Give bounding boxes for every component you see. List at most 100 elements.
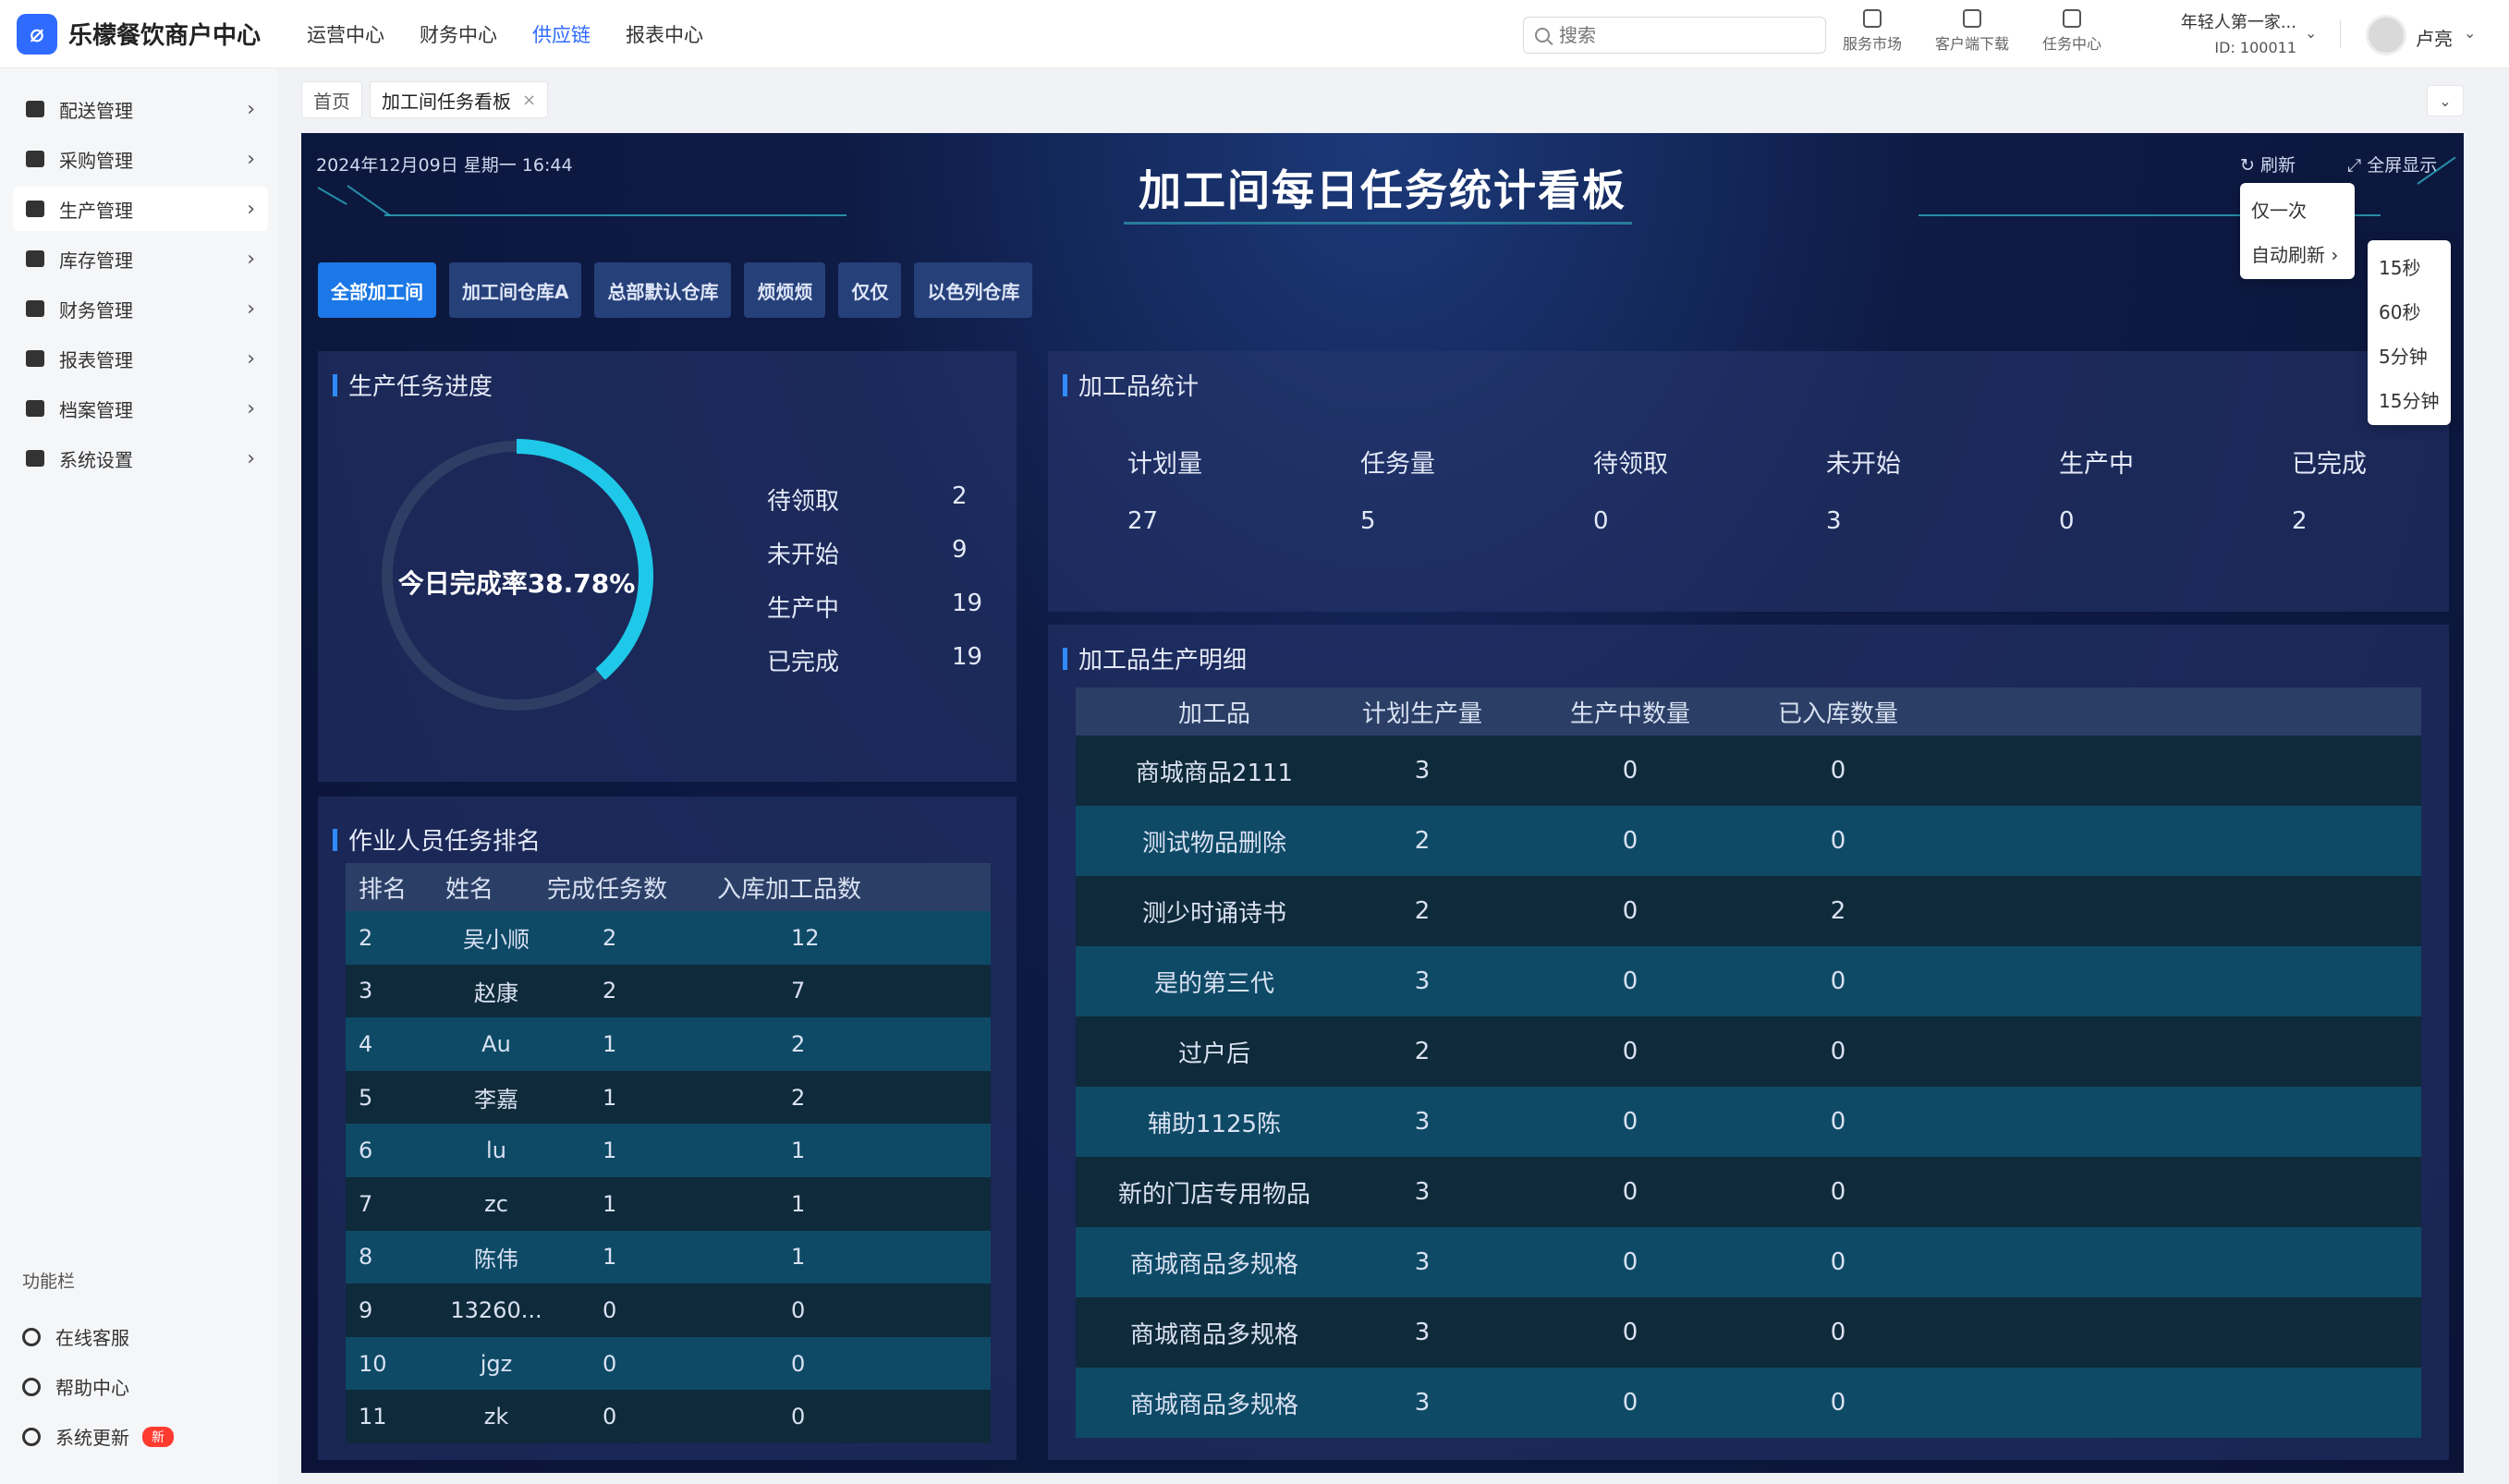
user-chevron-down-icon[interactable]: ⌄ xyxy=(2464,24,2476,42)
refresh-button[interactable]: ↻ 刷新 xyxy=(2240,152,2296,176)
sidebar-item-label: 财务管理 xyxy=(59,298,133,322)
refresh-once-option[interactable]: 仅一次 xyxy=(2251,196,2307,223)
sidebar-item-label: 生产管理 xyxy=(59,199,133,222)
table-cell: 2 xyxy=(791,1084,806,1111)
workshop-button[interactable]: 以色列仓库 xyxy=(914,262,1033,318)
sidebar-item-delivery[interactable]: 配送管理 › xyxy=(13,87,268,131)
table-cell: 0 xyxy=(1622,757,1638,785)
task-center-button[interactable]: 任务中心 xyxy=(2042,9,2101,54)
table-cell: 赵康 xyxy=(474,979,518,1006)
sidebar-item-purchase[interactable]: 采购管理 › xyxy=(13,137,268,181)
interval-option[interactable]: 60秒 xyxy=(2379,298,2420,324)
table-row: 新的门店专用物品 3 0 0 xyxy=(1076,1157,2421,1227)
sidebar-item-production[interactable]: 生产管理 › xyxy=(13,187,268,231)
online-support-link[interactable]: 在线客服 xyxy=(22,1323,129,1350)
tenant-switcher[interactable]: 年轻人第一家... ID: 100011 xyxy=(2158,9,2296,56)
sidebar-item-finance[interactable]: 财务管理 › xyxy=(13,286,268,331)
table-cell: 商城商品多规格 xyxy=(1129,1250,1298,1279)
table-cell: 0 xyxy=(1830,1389,1846,1417)
workshop-button[interactable]: 加工间仓库A xyxy=(449,262,582,318)
table-row: 5 李嘉 1 2 xyxy=(346,1070,991,1125)
truck-icon xyxy=(26,101,44,117)
topnav-reports[interactable]: 报表中心 xyxy=(626,20,703,48)
table-cell: 3 xyxy=(1414,1108,1431,1136)
header-cell: 排名 xyxy=(359,875,408,904)
workshop-button[interactable]: 仅仅 xyxy=(838,262,902,318)
table-cell: 3 xyxy=(1414,1389,1431,1417)
table-row: 测少时诵诗书 2 0 2 xyxy=(1076,876,2421,946)
table-cell: 商城商品多规格 xyxy=(1129,1320,1298,1349)
table-cell: 测少时诵诗书 xyxy=(1141,899,1286,928)
download-icon xyxy=(1963,9,1981,28)
chevron-right-icon: › xyxy=(247,347,255,371)
chevron-down-icon[interactable]: ⌄ xyxy=(2305,24,2317,42)
goods-stat-label: 已完成 xyxy=(2292,450,2367,479)
table-row: 是的第三代 3 0 0 xyxy=(1076,946,2421,1016)
interval-option[interactable]: 15秒 xyxy=(2379,253,2420,280)
tabs-more-button[interactable]: ⌄ xyxy=(2427,85,2464,116)
deco-line xyxy=(1124,222,1632,225)
auto-refresh-option[interactable]: 自动刷新 › xyxy=(2251,240,2338,267)
table-row: 10 jgz 0 0 xyxy=(346,1336,991,1391)
table-cell: 9 xyxy=(359,1296,373,1323)
clipboard-icon xyxy=(2063,9,2081,28)
table-cell: 0 xyxy=(1830,1319,1846,1346)
workshop-button[interactable]: 总部默认仓库 xyxy=(594,262,732,318)
archive-icon xyxy=(26,400,44,417)
avatar[interactable] xyxy=(2366,15,2406,55)
client-download-button[interactable]: 客户端下载 xyxy=(1935,9,2009,54)
sidebar-item-label: 采购管理 xyxy=(59,149,133,172)
topnav-finance[interactable]: 财务中心 xyxy=(420,20,497,48)
user-name[interactable]: 卢亮 xyxy=(2416,24,2453,51)
table-cell: 10 xyxy=(359,1350,387,1377)
table-cell: 陈伟 xyxy=(474,1246,518,1272)
client-download-label: 客户端下载 xyxy=(1935,35,2010,53)
sidebar-item-inventory[interactable]: 库存管理 › xyxy=(13,237,268,281)
topnav-supply-chain[interactable]: 供应链 xyxy=(532,20,591,48)
sidebar-item-label: 库存管理 xyxy=(59,249,133,272)
table-cell: 1 xyxy=(603,1137,617,1164)
fullscreen-button[interactable]: ⤢ 全屏显示 xyxy=(2347,152,2437,176)
tab-label: 首页 xyxy=(313,90,350,113)
stat-label: 生产中 xyxy=(767,595,840,623)
search-input[interactable] xyxy=(1559,24,1799,46)
help-center-link[interactable]: 帮助中心 xyxy=(22,1373,129,1400)
sidebar-item-reports[interactable]: 报表管理 › xyxy=(13,336,268,381)
table-cell: 3 xyxy=(359,978,373,1004)
table-cell: 0 xyxy=(1830,1108,1846,1136)
table-cell: 5 xyxy=(359,1084,373,1111)
sidebar-item-label: 系统设置 xyxy=(59,448,133,471)
table-row: 3 赵康 2 7 xyxy=(346,964,991,1018)
logo-icon: ⌀ xyxy=(17,13,57,55)
workshop-button[interactable]: 烦烦烦 xyxy=(744,262,826,318)
system-update-link[interactable]: 系统更新 新 xyxy=(22,1423,174,1450)
sidebar-item-settings[interactable]: 系统设置 › xyxy=(13,436,268,480)
search-box[interactable] xyxy=(1523,17,1826,54)
stat-label: 已完成 xyxy=(767,649,840,676)
fullscreen-label: 全屏显示 xyxy=(2367,155,2438,176)
topnav-operations[interactable]: 运营中心 xyxy=(307,20,384,48)
close-icon[interactable]: × xyxy=(522,91,536,110)
cart-icon xyxy=(26,151,44,167)
tab-home[interactable]: 首页 xyxy=(301,81,362,118)
system-update-label: 系统更新 xyxy=(55,1427,129,1449)
interval-option[interactable]: 15分钟 xyxy=(2379,386,2439,413)
table-cell: 1 xyxy=(603,1244,617,1271)
table-cell: 吴小顺 xyxy=(463,927,530,954)
chevron-right-icon: › xyxy=(247,147,255,171)
completion-rate-text: 今日完成率38.78% xyxy=(397,568,636,599)
table-cell: 0 xyxy=(1830,757,1846,785)
workshop-button-all[interactable]: 全部加工间 xyxy=(318,262,436,318)
interval-option[interactable]: 5分钟 xyxy=(2379,342,2428,369)
sidebar-item-archive[interactable]: 档案管理 › xyxy=(13,386,268,431)
table-row: 6 lu 1 1 xyxy=(346,1124,991,1177)
table-cell: 0 xyxy=(1622,897,1638,925)
sidebar-item-label: 报表管理 xyxy=(59,348,133,371)
table-cell: 3 xyxy=(1414,967,1431,995)
service-market-button[interactable]: 服务市场 xyxy=(1843,9,1902,54)
tab-task-board[interactable]: 加工间任务看板 × xyxy=(370,81,549,118)
goods-stat-completed: 已完成 2 xyxy=(2292,444,2458,535)
table-cell: 3 xyxy=(1414,757,1431,785)
table-cell: 0 xyxy=(1622,1108,1638,1136)
app-logo[interactable]: ⌀ 乐檬餐饮商户中心 xyxy=(17,13,285,55)
